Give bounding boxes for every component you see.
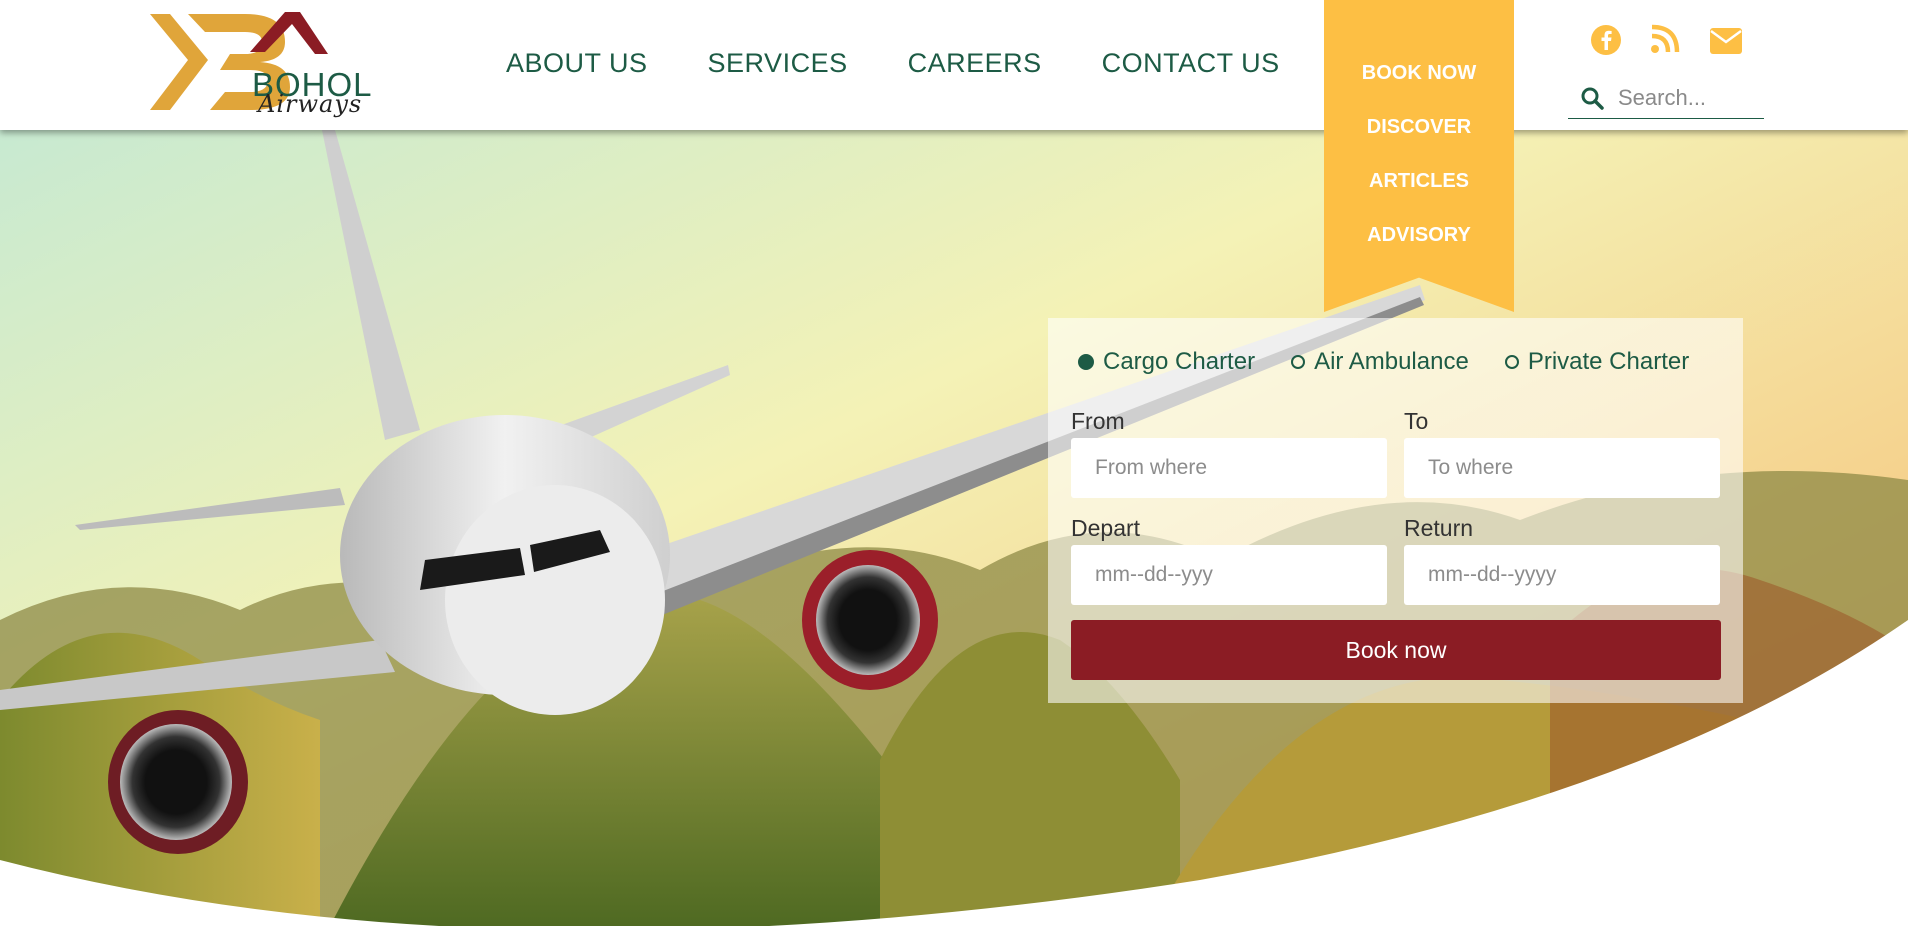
radio-label: Cargo Charter (1103, 348, 1256, 375)
ribbon-articles[interactable]: ARTICLES (1324, 170, 1514, 193)
book-now-button[interactable]: Book now (1071, 620, 1721, 680)
rss-icon[interactable] (1650, 24, 1680, 59)
nav-contact-us[interactable]: CONTACT US (1102, 48, 1280, 79)
to-label: To (1404, 408, 1429, 434)
envelope-icon[interactable] (1710, 28, 1742, 59)
main-nav: ABOUT US SERVICES CAREERS CONTACT US (506, 48, 1340, 79)
radio-private-charter[interactable]: Private Charter (1504, 348, 1690, 376)
radio-unchecked-icon (1504, 355, 1519, 369)
nav-careers[interactable]: CAREERS (908, 48, 1042, 79)
facebook-icon[interactable] (1590, 24, 1622, 61)
ribbon-menu: BOOK NOW DISCOVER ARTICLES ADVISORY (1324, 0, 1514, 312)
brand-tagline: Airways (258, 90, 363, 118)
nav-about-us[interactable]: ABOUT US (506, 48, 648, 79)
to-field[interactable] (1404, 438, 1720, 498)
charter-type-selector: Cargo Charter Air Ambulance Private Char… (1078, 348, 1725, 376)
nav-services[interactable]: SERVICES (708, 48, 848, 79)
depart-label: Depart (1071, 515, 1141, 541)
radio-checked-icon (1078, 354, 1094, 370)
depart-date-field[interactable] (1071, 545, 1387, 605)
from-field[interactable] (1071, 438, 1387, 498)
radio-label: Private Charter (1527, 348, 1690, 375)
search-box (1568, 80, 1765, 119)
ribbon-discover[interactable]: DISCOVER (1324, 116, 1514, 139)
search-input[interactable] (1616, 82, 1765, 114)
ribbon-book-now[interactable]: BOOK NOW (1324, 62, 1514, 85)
radio-air-ambulance[interactable]: Air Ambulance (1291, 348, 1469, 376)
radio-label: Air Ambulance (1314, 348, 1469, 375)
radio-cargo-charter[interactable]: Cargo Charter (1078, 348, 1255, 376)
booking-panel: Cargo Charter Air Ambulance Private Char… (1048, 318, 1743, 703)
radio-unchecked-icon (1291, 355, 1306, 369)
ribbon-advisory[interactable]: ADVISORY (1324, 224, 1514, 247)
from-label: From (1071, 408, 1125, 434)
return-label: Return (1404, 515, 1474, 541)
search-icon[interactable] (1580, 86, 1604, 115)
return-date-field[interactable] (1404, 545, 1720, 605)
